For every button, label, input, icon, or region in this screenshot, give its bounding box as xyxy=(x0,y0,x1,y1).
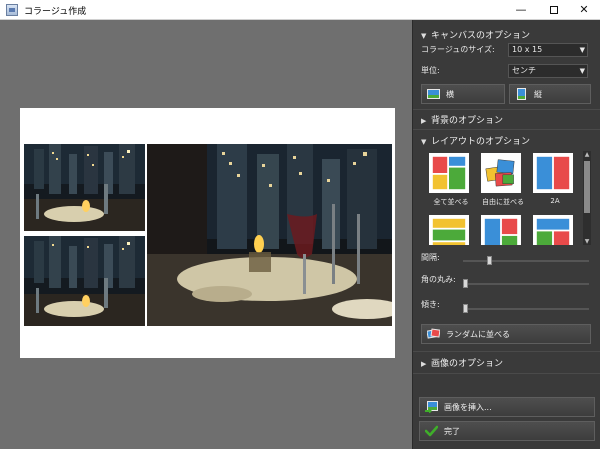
spacing-label: 間隔: xyxy=(421,253,440,262)
maximize-button[interactable] xyxy=(538,0,570,20)
chevron-down-icon: ▼ xyxy=(579,67,585,75)
layout-thumb-5[interactable] xyxy=(481,215,521,245)
layout-mixed-icon xyxy=(484,218,518,245)
divider xyxy=(413,351,600,352)
night-city-photo xyxy=(24,144,145,231)
portrait-button[interactable]: 縦 xyxy=(509,84,591,104)
chevron-down-icon: ▼ xyxy=(421,32,427,40)
options-panel: ▼ キャンバスのオプション コラージュのサイズ: 10 x 15 ▼ 単位: センチ… xyxy=(412,20,600,449)
portrait-icon xyxy=(515,88,528,100)
tilt-label: 傾き: xyxy=(421,300,440,309)
collage-photo-1[interactable] xyxy=(24,144,145,231)
collage-size-select[interactable]: 10 x 15 ▼ xyxy=(508,43,588,57)
chevron-down-icon: ▼ xyxy=(579,46,585,54)
close-button[interactable]: ✕ xyxy=(568,0,600,20)
canvas-options-header[interactable]: ▼ キャンバスのオプション xyxy=(421,28,530,41)
layout-caption: 2A xyxy=(550,197,560,205)
tilt-slider[interactable] xyxy=(463,304,589,313)
divider xyxy=(413,129,600,130)
layout-arrange-all-icon xyxy=(432,156,466,190)
chevron-right-icon: ▶ xyxy=(421,360,427,368)
slider-knob[interactable] xyxy=(463,279,468,288)
image-options-header[interactable]: ▶ 画像のオプション xyxy=(421,356,503,369)
maximize-icon xyxy=(550,6,558,14)
layout-options-header[interactable]: ▼ レイアウトのオプション xyxy=(421,134,530,147)
app-icon xyxy=(6,4,18,16)
landscape-icon xyxy=(427,88,440,100)
layout-gallery: 全て並べる 自由に並べる 2A xyxy=(421,151,591,245)
night-city-photo xyxy=(24,236,145,326)
scroll-down-icon[interactable]: ▼ xyxy=(583,238,591,245)
layout-free-arrange-icon xyxy=(485,159,515,187)
layout-thumb-4[interactable] xyxy=(429,215,469,245)
done-button[interactable]: 完了 xyxy=(419,421,595,441)
layout-thumb-arrange-all[interactable]: 全て並べる xyxy=(429,153,469,206)
random-arrange-button[interactable]: ランダムに並べる xyxy=(421,324,591,344)
scrollbar-thumb[interactable] xyxy=(584,161,590,213)
canvas-area xyxy=(0,20,412,449)
background-options-header[interactable]: ▶ 背景のオプション xyxy=(421,113,503,126)
window-title: コラージュ作成 xyxy=(24,7,87,17)
slider-knob[interactable] xyxy=(487,256,492,265)
check-icon xyxy=(424,425,439,437)
spacing-slider[interactable] xyxy=(463,256,589,265)
landscape-button[interactable]: 横 xyxy=(421,84,505,104)
chevron-down-icon: ▼ xyxy=(421,138,427,146)
layout-scrollbar[interactable]: ▲ ▼ xyxy=(583,151,591,245)
scroll-up-icon[interactable]: ▲ xyxy=(583,151,591,158)
layout-caption: 自由に並べる xyxy=(482,198,524,206)
layout-grid-icon xyxy=(536,218,570,245)
collage-photo-3[interactable] xyxy=(147,144,392,326)
random-arrange-icon xyxy=(426,328,441,340)
divider xyxy=(413,373,600,374)
unit-select[interactable]: センチ ▼ xyxy=(508,64,588,78)
minimize-button[interactable]: — xyxy=(505,0,537,20)
chevron-right-icon: ▶ xyxy=(421,117,427,125)
layout-2a-icon xyxy=(536,156,570,190)
rounding-label: 角の丸み: xyxy=(421,275,456,284)
layout-caption: 全て並べる xyxy=(433,198,469,206)
divider xyxy=(413,109,600,110)
collage-canvas[interactable] xyxy=(20,108,395,358)
night-dinner-photo xyxy=(147,144,392,326)
layout-horizontal-icon xyxy=(432,218,466,245)
layout-thumb-2a[interactable]: 2A xyxy=(533,153,573,205)
title-bar: コラージュ作成 — ✕ xyxy=(0,0,600,20)
insert-image-button[interactable]: 画像を挿入... xyxy=(419,397,595,417)
collage-photo-2[interactable] xyxy=(24,236,145,326)
layout-thumb-free-arrange[interactable]: 自由に並べる xyxy=(481,153,524,206)
unit-label: 単位: xyxy=(421,66,440,75)
slider-knob[interactable] xyxy=(463,304,468,313)
insert-image-icon xyxy=(425,401,438,414)
layout-thumb-6[interactable] xyxy=(533,215,573,245)
rounding-slider[interactable] xyxy=(463,279,589,288)
collage-size-label: コラージュのサイズ: xyxy=(421,45,495,54)
